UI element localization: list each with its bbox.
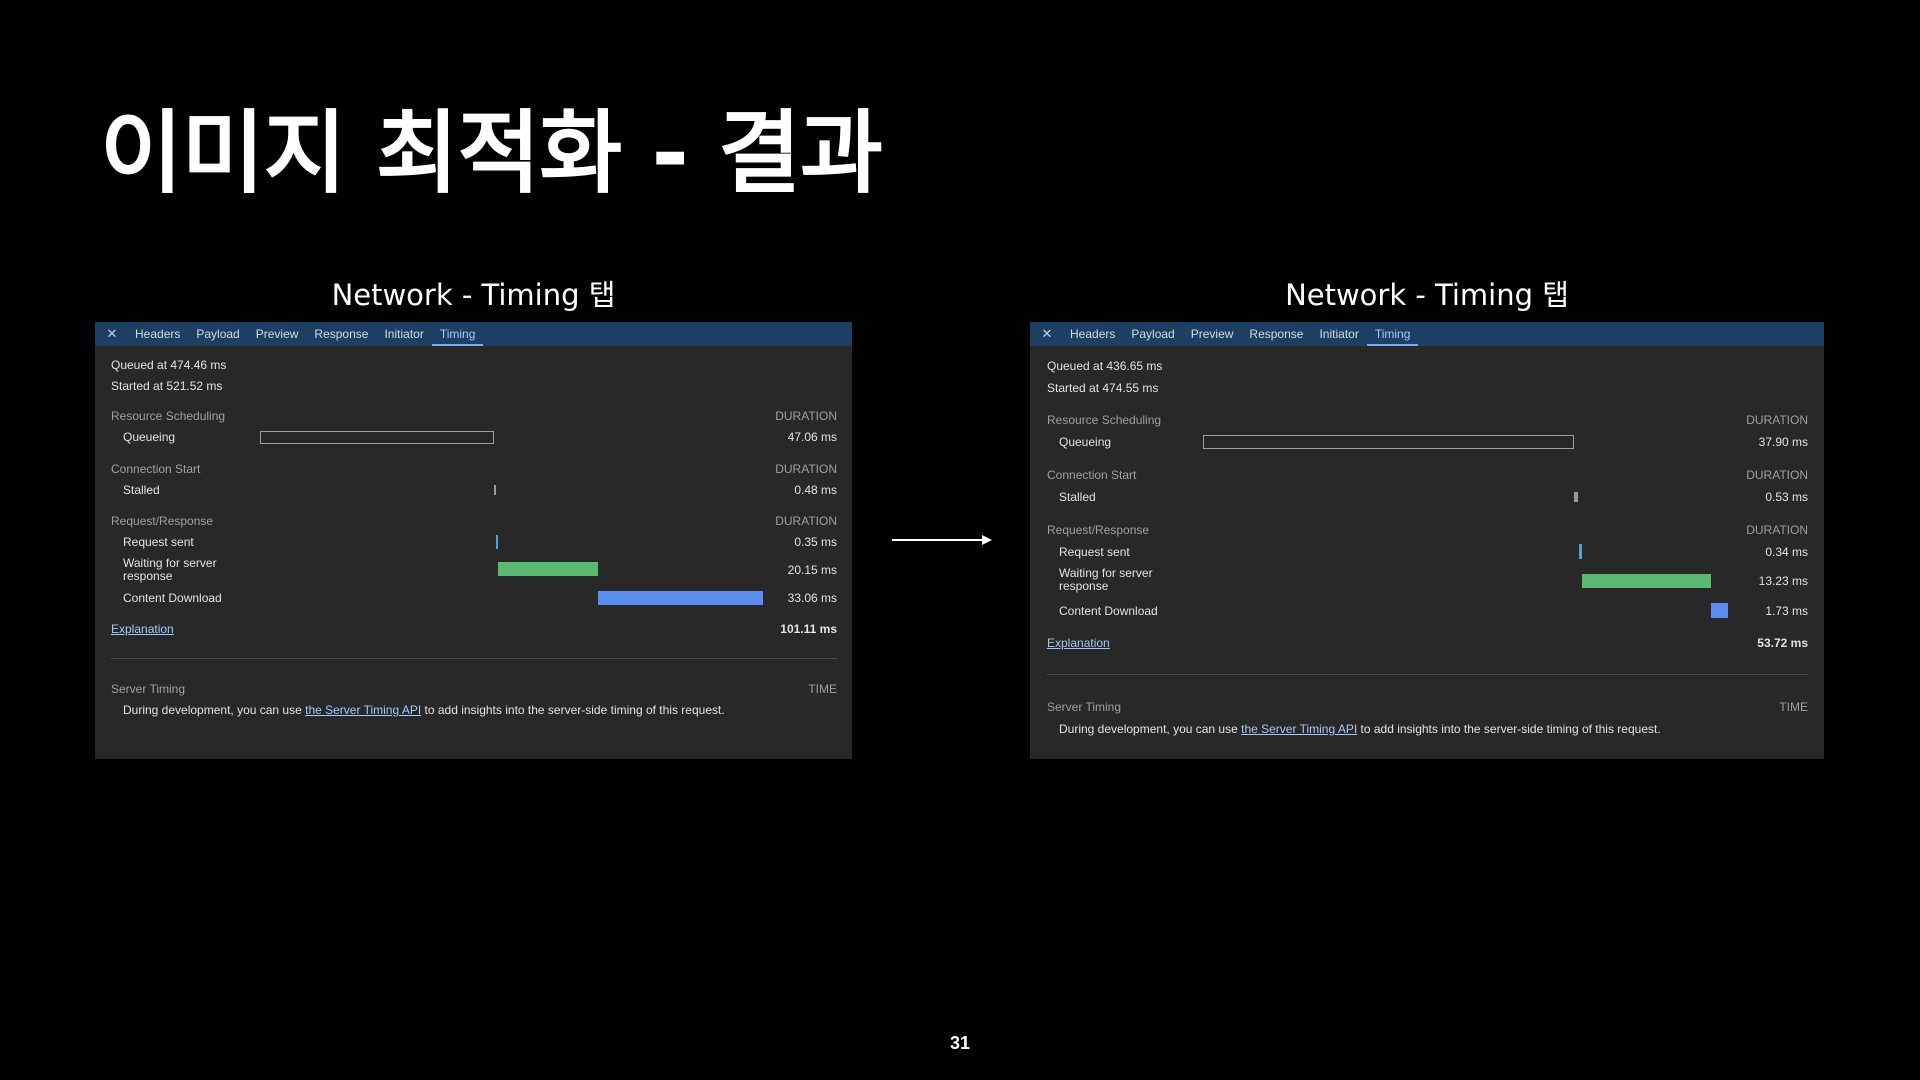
- content-download-bar: [598, 591, 763, 605]
- stalled-bar: [494, 485, 496, 495]
- server-timing-text-before: During development, you can use: [1059, 722, 1242, 736]
- explanation-link[interactable]: Explanation: [111, 622, 174, 636]
- explanation-link[interactable]: Explanation: [1047, 636, 1110, 650]
- section-resource-scheduling: Resource Scheduling: [1047, 413, 1162, 427]
- total-duration: 53.72 ms: [1757, 636, 1808, 650]
- stalled-value: 0.53 ms: [1765, 490, 1808, 504]
- tab-timing[interactable]: Timing: [431, 322, 484, 346]
- timing-panel-before: ✕ Headers Payload Preview Response Initi…: [95, 322, 852, 759]
- request-sent-bar: [496, 535, 498, 549]
- queueing-bar: [260, 431, 494, 444]
- tab-response[interactable]: Response: [306, 322, 376, 346]
- started-at: Started at 474.55 ms: [1047, 381, 1159, 395]
- tab-initiator[interactable]: Initiator: [376, 322, 431, 346]
- request-sent-label: Request sent: [1059, 545, 1130, 559]
- panel-caption-after: Network - Timing 탭: [1285, 278, 1569, 312]
- duration-header: DURATION: [775, 409, 837, 423]
- waiting-value: 20.15 ms: [787, 563, 837, 577]
- content-download-value: 1.73 ms: [1765, 604, 1808, 618]
- request-sent-value: 0.34 ms: [1765, 545, 1808, 559]
- close-icon[interactable]: ✕: [103, 322, 121, 346]
- tab-initiator[interactable]: Initiator: [1311, 322, 1366, 346]
- duration-header: DURATION: [775, 462, 837, 476]
- section-connection-start: Connection Start: [111, 462, 201, 476]
- timing-panel-after: ✕ Headers Payload Preview Response Initi…: [1030, 322, 1824, 759]
- waiting-bar: [1582, 574, 1711, 588]
- tab-timing[interactable]: Timing: [1366, 322, 1419, 346]
- tab-response[interactable]: Response: [1241, 322, 1311, 346]
- section-request-response: Request/Response: [111, 514, 214, 528]
- waiting-label: Waiting for server response: [1059, 566, 1153, 593]
- duration-header: DURATION: [775, 514, 837, 528]
- request-sent-value: 0.35 ms: [794, 535, 837, 549]
- close-icon[interactable]: ✕: [1038, 322, 1056, 346]
- devtools-tab-bar: ✕ Headers Payload Preview Response Initi…: [95, 322, 852, 346]
- queueing-label: Queueing: [123, 430, 176, 444]
- time-header: TIME: [808, 682, 837, 696]
- tab-preview[interactable]: Preview: [248, 322, 307, 346]
- stalled-label: Stalled: [1059, 490, 1096, 504]
- tab-payload[interactable]: Payload: [1123, 322, 1182, 346]
- tab-headers[interactable]: Headers: [1062, 322, 1123, 346]
- queued-at: Queued at 474.46 ms: [111, 358, 227, 372]
- queueing-value: 37.90 ms: [1758, 435, 1808, 449]
- server-timing-text-after: to add insights into the server-side tim…: [1357, 722, 1661, 736]
- queueing-value: 47.06 ms: [787, 430, 837, 444]
- content-download-bar: [1711, 603, 1728, 618]
- waiting-label: Waiting for server response: [123, 556, 217, 583]
- arrow-right-icon: [892, 535, 992, 545]
- divider: [1047, 674, 1808, 675]
- server-timing-text-after: to add insights into the server-side tim…: [421, 703, 725, 717]
- tab-payload[interactable]: Payload: [188, 322, 247, 346]
- waiting-bar: [498, 562, 598, 576]
- duration-header: DURATION: [1746, 413, 1808, 427]
- tab-headers[interactable]: Headers: [127, 322, 188, 346]
- stalled-value: 0.48 ms: [794, 483, 837, 497]
- slide-title: 이미지 최적화 - 결과: [100, 101, 883, 206]
- started-at: Started at 521.52 ms: [111, 379, 223, 393]
- queueing-label: Queueing: [1059, 435, 1112, 449]
- panel-caption-before: Network - Timing 탭: [331, 278, 616, 312]
- request-sent-label: Request sent: [123, 535, 194, 549]
- section-connection-start: Connection Start: [1047, 468, 1137, 482]
- tab-preview[interactable]: Preview: [1183, 322, 1242, 346]
- divider: [111, 658, 837, 659]
- section-resource-scheduling: Resource Scheduling: [111, 409, 226, 423]
- devtools-tab-bar: ✕ Headers Payload Preview Response Initi…: [1030, 322, 1824, 346]
- duration-header: DURATION: [1746, 523, 1808, 537]
- server-timing-api-link[interactable]: the Server Timing API: [305, 703, 421, 717]
- section-server-timing: Server Timing: [111, 682, 186, 696]
- queueing-bar: [1203, 435, 1574, 449]
- server-timing-api-link[interactable]: the Server Timing API: [1241, 722, 1357, 736]
- request-sent-bar: [1579, 544, 1582, 559]
- server-timing-text: During development, you can use the Serv…: [123, 703, 725, 717]
- stalled-label: Stalled: [123, 483, 160, 497]
- content-download-value: 33.06 ms: [787, 591, 837, 605]
- total-duration: 101.11 ms: [780, 622, 837, 636]
- server-timing-text-before: During development, you can use: [123, 703, 306, 717]
- page-number: 31: [950, 1033, 971, 1053]
- server-timing-text: During development, you can use the Serv…: [1059, 722, 1661, 736]
- stalled-bar: [1574, 492, 1578, 502]
- waiting-value: 13.23 ms: [1758, 574, 1808, 588]
- time-header: TIME: [1779, 700, 1808, 714]
- queued-at: Queued at 436.65 ms: [1047, 359, 1163, 373]
- section-request-response: Request/Response: [1047, 523, 1150, 537]
- content-download-label: Content Download: [1059, 604, 1158, 618]
- content-download-label: Content Download: [123, 591, 222, 605]
- section-server-timing: Server Timing: [1047, 700, 1122, 714]
- duration-header: DURATION: [1746, 468, 1808, 482]
